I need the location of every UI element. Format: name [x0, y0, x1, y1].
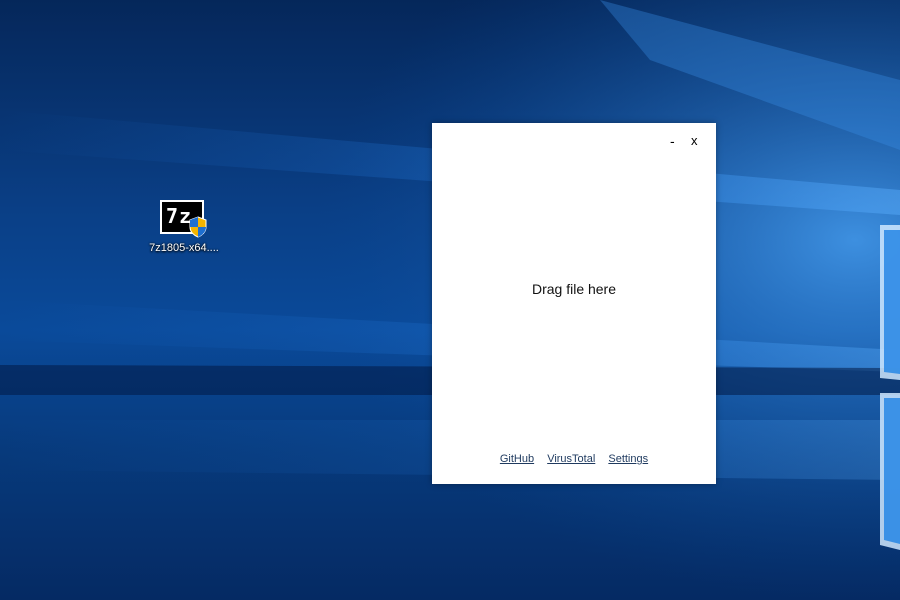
drop-prompt: Drag file here [531, 281, 617, 297]
desktop: 7z 7z1805-x64.... - x Drag file here Git… [0, 0, 900, 600]
app-window: - x Drag file here GitHub VirusTotal Set… [432, 123, 716, 484]
desktop-icon-label: 7z1805-x64.... [149, 242, 219, 254]
uac-shield-icon [189, 216, 207, 238]
virustotal-link[interactable]: VirusTotal [547, 453, 595, 465]
7zip-installer-icon: 7z [160, 198, 208, 238]
github-link[interactable]: GitHub [500, 453, 534, 465]
footer-links: GitHub VirusTotal Settings [432, 453, 716, 465]
settings-link[interactable]: Settings [608, 453, 648, 465]
desktop-icon-7zip-installer[interactable]: 7z 7z1805-x64.... [140, 198, 228, 254]
close-button[interactable]: x [691, 133, 698, 149]
minimize-button[interactable]: - [670, 133, 675, 149]
file-drop-zone[interactable]: Drag file here [432, 163, 716, 463]
